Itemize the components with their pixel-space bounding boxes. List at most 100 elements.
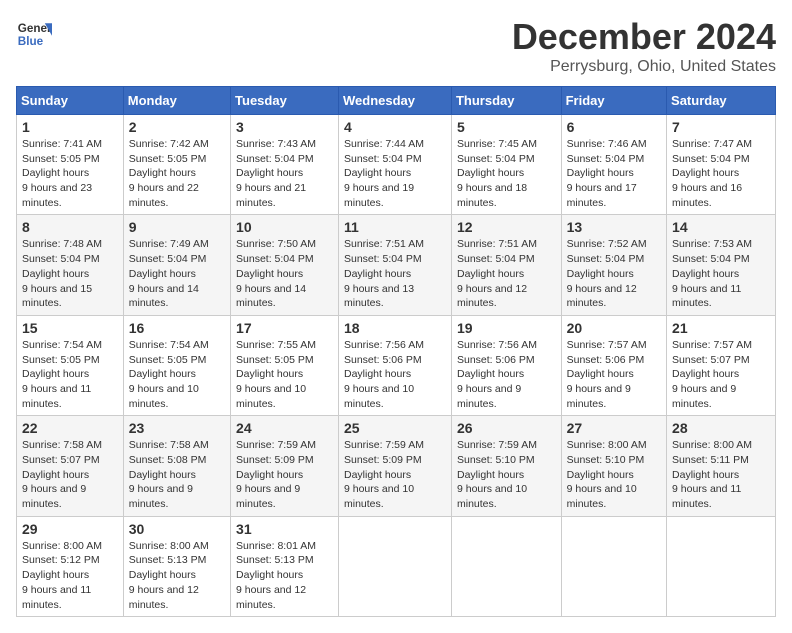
calendar-cell: 23 Sunrise: 7:58 AMSunset: 5:08 PMDaylig… xyxy=(123,416,230,516)
calendar-cell: 30 Sunrise: 8:00 AMSunset: 5:13 PMDaylig… xyxy=(123,516,230,616)
day-number: 27 xyxy=(567,420,661,436)
day-number: 8 xyxy=(22,219,118,235)
day-number: 14 xyxy=(672,219,770,235)
day-number: 30 xyxy=(129,521,225,537)
day-info: Sunrise: 7:54 AMSunset: 5:05 PMDaylight … xyxy=(22,339,102,410)
calendar-cell: 18 Sunrise: 7:56 AMSunset: 5:06 PMDaylig… xyxy=(338,315,451,415)
calendar-cell: 5 Sunrise: 7:45 AMSunset: 5:04 PMDayligh… xyxy=(451,115,561,215)
day-number: 24 xyxy=(236,420,333,436)
day-info: Sunrise: 7:51 AMSunset: 5:04 PMDaylight … xyxy=(344,238,424,309)
day-info: Sunrise: 7:58 AMSunset: 5:08 PMDaylight … xyxy=(129,439,209,510)
day-number: 23 xyxy=(129,420,225,436)
calendar-cell: 2 Sunrise: 7:42 AMSunset: 5:05 PMDayligh… xyxy=(123,115,230,215)
weekday-header-saturday: Saturday xyxy=(667,87,776,115)
calendar-cell xyxy=(667,516,776,616)
day-info: Sunrise: 7:44 AMSunset: 5:04 PMDaylight … xyxy=(344,138,424,209)
calendar-cell: 11 Sunrise: 7:51 AMSunset: 5:04 PMDaylig… xyxy=(338,215,451,315)
calendar-cell: 19 Sunrise: 7:56 AMSunset: 5:06 PMDaylig… xyxy=(451,315,561,415)
calendar-cell: 26 Sunrise: 7:59 AMSunset: 5:10 PMDaylig… xyxy=(451,416,561,516)
day-number: 6 xyxy=(567,119,661,135)
day-info: Sunrise: 8:00 AMSunset: 5:11 PMDaylight … xyxy=(672,439,752,510)
day-number: 17 xyxy=(236,320,333,336)
day-info: Sunrise: 7:46 AMSunset: 5:04 PMDaylight … xyxy=(567,138,647,209)
day-number: 5 xyxy=(457,119,556,135)
day-info: Sunrise: 7:58 AMSunset: 5:07 PMDaylight … xyxy=(22,439,102,510)
calendar-cell: 31 Sunrise: 8:01 AMSunset: 5:13 PMDaylig… xyxy=(231,516,339,616)
month-title: December 2024 xyxy=(512,16,776,58)
day-info: Sunrise: 7:48 AMSunset: 5:04 PMDaylight … xyxy=(22,238,102,309)
day-number: 20 xyxy=(567,320,661,336)
day-number: 19 xyxy=(457,320,556,336)
logo: General Blue xyxy=(16,16,52,52)
day-info: Sunrise: 7:59 AMSunset: 5:09 PMDaylight … xyxy=(236,439,316,510)
day-number: 4 xyxy=(344,119,446,135)
weekday-header-sunday: Sunday xyxy=(17,87,124,115)
calendar-cell: 24 Sunrise: 7:59 AMSunset: 5:09 PMDaylig… xyxy=(231,416,339,516)
calendar-cell: 28 Sunrise: 8:00 AMSunset: 5:11 PMDaylig… xyxy=(667,416,776,516)
day-number: 13 xyxy=(567,219,661,235)
calendar-cell: 1 Sunrise: 7:41 AMSunset: 5:05 PMDayligh… xyxy=(17,115,124,215)
calendar-cell: 16 Sunrise: 7:54 AMSunset: 5:05 PMDaylig… xyxy=(123,315,230,415)
weekday-header-thursday: Thursday xyxy=(451,87,561,115)
calendar-cell: 10 Sunrise: 7:50 AMSunset: 5:04 PMDaylig… xyxy=(231,215,339,315)
day-info: Sunrise: 7:43 AMSunset: 5:04 PMDaylight … xyxy=(236,138,316,209)
calendar-cell: 29 Sunrise: 8:00 AMSunset: 5:12 PMDaylig… xyxy=(17,516,124,616)
title-block: December 2024 Perrysburg, Ohio, United S… xyxy=(512,16,776,76)
calendar-cell: 15 Sunrise: 7:54 AMSunset: 5:05 PMDaylig… xyxy=(17,315,124,415)
day-number: 31 xyxy=(236,521,333,537)
day-info: Sunrise: 8:00 AMSunset: 5:13 PMDaylight … xyxy=(129,540,209,611)
day-number: 21 xyxy=(672,320,770,336)
day-number: 10 xyxy=(236,219,333,235)
day-info: Sunrise: 7:57 AMSunset: 5:06 PMDaylight … xyxy=(567,339,647,410)
day-info: Sunrise: 7:41 AMSunset: 5:05 PMDaylight … xyxy=(22,138,102,209)
day-info: Sunrise: 7:59 AMSunset: 5:10 PMDaylight … xyxy=(457,439,537,510)
calendar-week-3: 15 Sunrise: 7:54 AMSunset: 5:05 PMDaylig… xyxy=(17,315,776,415)
logo-icon: General Blue xyxy=(16,16,52,52)
day-number: 11 xyxy=(344,219,446,235)
day-info: Sunrise: 7:52 AMSunset: 5:04 PMDaylight … xyxy=(567,238,647,309)
day-number: 7 xyxy=(672,119,770,135)
weekday-header-wednesday: Wednesday xyxy=(338,87,451,115)
weekday-header-friday: Friday xyxy=(561,87,666,115)
day-number: 25 xyxy=(344,420,446,436)
calendar-cell xyxy=(451,516,561,616)
day-info: Sunrise: 7:56 AMSunset: 5:06 PMDaylight … xyxy=(457,339,537,410)
calendar-cell: 8 Sunrise: 7:48 AMSunset: 5:04 PMDayligh… xyxy=(17,215,124,315)
day-info: Sunrise: 7:47 AMSunset: 5:04 PMDaylight … xyxy=(672,138,752,209)
calendar-cell: 20 Sunrise: 7:57 AMSunset: 5:06 PMDaylig… xyxy=(561,315,666,415)
calendar-cell: 7 Sunrise: 7:47 AMSunset: 5:04 PMDayligh… xyxy=(667,115,776,215)
day-number: 18 xyxy=(344,320,446,336)
day-info: Sunrise: 7:54 AMSunset: 5:05 PMDaylight … xyxy=(129,339,209,410)
calendar-cell: 21 Sunrise: 7:57 AMSunset: 5:07 PMDaylig… xyxy=(667,315,776,415)
day-number: 16 xyxy=(129,320,225,336)
calendar-cell: 27 Sunrise: 8:00 AMSunset: 5:10 PMDaylig… xyxy=(561,416,666,516)
day-info: Sunrise: 7:56 AMSunset: 5:06 PMDaylight … xyxy=(344,339,424,410)
calendar-week-4: 22 Sunrise: 7:58 AMSunset: 5:07 PMDaylig… xyxy=(17,416,776,516)
calendar-cell xyxy=(338,516,451,616)
svg-text:Blue: Blue xyxy=(18,35,44,48)
day-info: Sunrise: 7:57 AMSunset: 5:07 PMDaylight … xyxy=(672,339,752,410)
page-header: General Blue December 2024 Perrysburg, O… xyxy=(16,16,776,76)
calendar-cell: 25 Sunrise: 7:59 AMSunset: 5:09 PMDaylig… xyxy=(338,416,451,516)
calendar-cell: 4 Sunrise: 7:44 AMSunset: 5:04 PMDayligh… xyxy=(338,115,451,215)
calendar-week-1: 1 Sunrise: 7:41 AMSunset: 5:05 PMDayligh… xyxy=(17,115,776,215)
day-info: Sunrise: 7:59 AMSunset: 5:09 PMDaylight … xyxy=(344,439,424,510)
calendar-cell: 17 Sunrise: 7:55 AMSunset: 5:05 PMDaylig… xyxy=(231,315,339,415)
day-info: Sunrise: 7:49 AMSunset: 5:04 PMDaylight … xyxy=(129,238,209,309)
weekday-header-monday: Monday xyxy=(123,87,230,115)
calendar-cell: 22 Sunrise: 7:58 AMSunset: 5:07 PMDaylig… xyxy=(17,416,124,516)
calendar-cell: 9 Sunrise: 7:49 AMSunset: 5:04 PMDayligh… xyxy=(123,215,230,315)
day-number: 1 xyxy=(22,119,118,135)
location-title: Perrysburg, Ohio, United States xyxy=(512,58,776,76)
day-number: 29 xyxy=(22,521,118,537)
calendar-cell: 14 Sunrise: 7:53 AMSunset: 5:04 PMDaylig… xyxy=(667,215,776,315)
day-number: 12 xyxy=(457,219,556,235)
calendar-week-2: 8 Sunrise: 7:48 AMSunset: 5:04 PMDayligh… xyxy=(17,215,776,315)
day-info: Sunrise: 7:55 AMSunset: 5:05 PMDaylight … xyxy=(236,339,316,410)
calendar-week-5: 29 Sunrise: 8:00 AMSunset: 5:12 PMDaylig… xyxy=(17,516,776,616)
day-info: Sunrise: 7:45 AMSunset: 5:04 PMDaylight … xyxy=(457,138,537,209)
day-info: Sunrise: 7:51 AMSunset: 5:04 PMDaylight … xyxy=(457,238,537,309)
day-number: 15 xyxy=(22,320,118,336)
calendar-cell: 6 Sunrise: 7:46 AMSunset: 5:04 PMDayligh… xyxy=(561,115,666,215)
calendar-cell xyxy=(561,516,666,616)
